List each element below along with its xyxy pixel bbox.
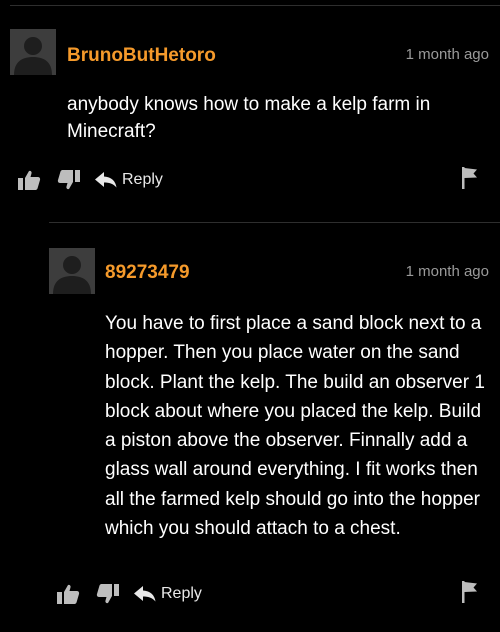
comment-actions: Reply [56, 579, 202, 609]
comment-author[interactable]: BrunoButHetoro [67, 44, 216, 68]
reply-button[interactable]: Reply [134, 585, 202, 603]
flag-icon [462, 167, 477, 189]
thumbs-down-icon [57, 170, 80, 190]
comment-timestamp: 1 month ago [405, 46, 489, 63]
comment-timestamp: 1 month ago [405, 263, 489, 280]
reply-label: Reply [122, 171, 163, 188]
user-silhouette-icon [14, 37, 52, 75]
comment-body: You have to first place a sand block nex… [105, 313, 485, 540]
like-button[interactable] [56, 583, 80, 605]
comment-author[interactable]: 89273479 [105, 261, 190, 285]
thumbs-up-icon [57, 584, 80, 604]
reply-arrow-icon [134, 586, 156, 602]
comment-body: anybody knows how to make a kelp farm in… [67, 94, 431, 142]
user-silhouette-icon [53, 256, 91, 294]
dislike-button[interactable] [96, 583, 120, 605]
avatar[interactable] [10, 29, 56, 75]
avatar[interactable] [49, 248, 95, 294]
comment-actions: Reply [17, 165, 163, 195]
reply-button[interactable]: Reply [95, 171, 163, 189]
flag-button[interactable] [462, 167, 478, 194]
like-button[interactable] [17, 169, 41, 191]
divider [10, 5, 500, 6]
reply-arrow-icon [95, 172, 117, 188]
reply-label: Reply [161, 585, 202, 602]
divider [49, 222, 500, 223]
flag-button[interactable] [462, 581, 478, 608]
dislike-button[interactable] [57, 169, 81, 191]
flag-icon [462, 581, 477, 603]
comments-thread: BrunoButHetoro 1 month ago anybody knows… [0, 0, 500, 632]
thumbs-up-icon [18, 170, 41, 190]
thumbs-down-icon [96, 584, 119, 604]
